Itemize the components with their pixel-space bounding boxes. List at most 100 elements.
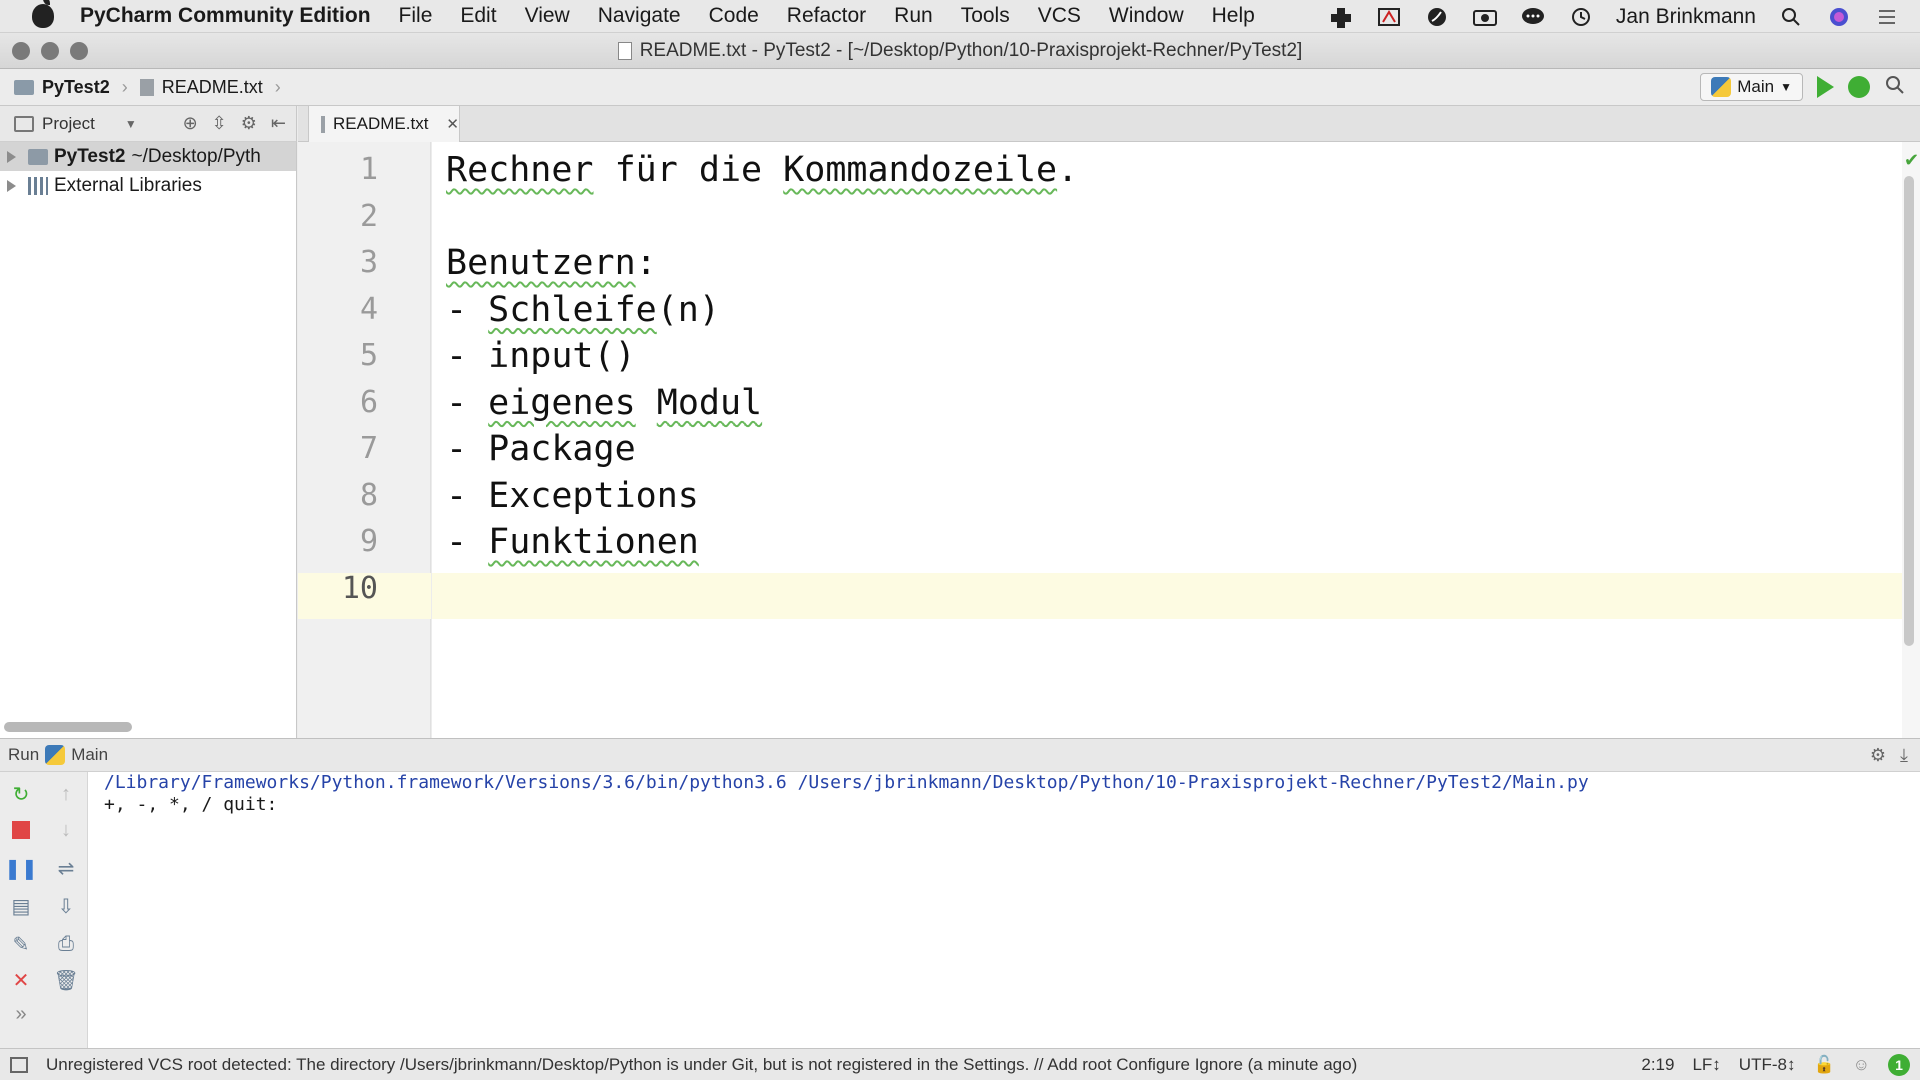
tree-item-external-libraries[interactable]: External Libraries: [0, 171, 296, 200]
project-view-icon: [14, 115, 34, 132]
code-editor[interactable]: Rechner für die Kommandozeile. Benutzern:…: [432, 142, 1902, 738]
caret-position[interactable]: 2:19: [1641, 1055, 1674, 1075]
close-window-button[interactable]: [12, 42, 30, 60]
status-bar: Unregistered VCS root detected: The dire…: [0, 1048, 1920, 1080]
pause-icon[interactable]: ❚❚: [4, 856, 38, 880]
scroll-to-end-icon[interactable]: ⇩: [54, 894, 78, 918]
more-tools-icon[interactable]: »: [9, 1002, 33, 1026]
menu-edit[interactable]: Edit: [460, 4, 496, 28]
menu-run[interactable]: Run: [894, 4, 933, 28]
menu-navigate[interactable]: Navigate: [598, 4, 681, 28]
code-line: Rechner für die Kommandozeile.: [446, 150, 1079, 190]
breadcrumb-file[interactable]: README.txt: [162, 77, 263, 98]
pin-tab-icon[interactable]: ✎: [9, 932, 33, 956]
expand-arrow-icon[interactable]: [7, 150, 16, 163]
search-everywhere-icon[interactable]: [1884, 74, 1906, 101]
collapse-all-icon[interactable]: ⇳: [212, 113, 227, 134]
console-prompt-line: +, -, *, / quit:: [104, 794, 278, 815]
console-command-line: /Library/Frameworks/Python.framework/Ver…: [104, 772, 1589, 793]
run-configuration-select[interactable]: Main ▼: [1700, 73, 1803, 101]
project-panel-header: Project ▼ ⊕ ⇳ ⚙ ⇤: [0, 106, 297, 142]
line-number-gutter: 1 2 3 4 5 6 7 8 9 10: [298, 142, 431, 738]
spotlight-search-icon[interactable]: [1778, 6, 1804, 28]
chevron-down-icon: ▼: [1780, 80, 1792, 94]
adobe-icon[interactable]: [1376, 6, 1402, 28]
tree-project-name: PyTest2: [54, 145, 126, 167]
locate-file-icon[interactable]: ⊕: [183, 113, 198, 134]
menu-refactor[interactable]: Refactor: [787, 4, 866, 28]
menu-help[interactable]: Help: [1212, 4, 1255, 28]
soft-wrap-icon[interactable]: ⇌: [54, 856, 78, 880]
libraries-icon: [28, 176, 48, 195]
settings-gear-icon[interactable]: ⚙: [241, 113, 257, 134]
toggle-tool-windows-icon[interactable]: [10, 1056, 28, 1073]
time-machine-icon[interactable]: [1568, 6, 1594, 28]
scroll-up-icon[interactable]: ↑: [54, 782, 78, 806]
chevron-down-icon[interactable]: ▼: [125, 117, 137, 131]
menu-vcs[interactable]: VCS: [1038, 4, 1081, 28]
project-tree: PyTest2 ~/Desktop/Pyth External Librarie…: [0, 142, 297, 738]
clear-all-icon[interactable]: 🗑: [53, 968, 78, 992]
leaf-icon[interactable]: [1424, 6, 1450, 28]
plugin-icon[interactable]: [1328, 6, 1354, 28]
breadcrumb-separator: ›: [121, 76, 128, 97]
apple-icon[interactable]: [32, 0, 54, 28]
project-view-select[interactable]: Project: [42, 114, 95, 134]
menu-view[interactable]: View: [525, 4, 570, 28]
horizontal-scrollbar[interactable]: [4, 722, 132, 732]
zoom-window-button[interactable]: [70, 42, 88, 60]
python-icon: [1711, 77, 1732, 97]
file-encoding-select[interactable]: UTF-8↕: [1739, 1055, 1796, 1075]
stop-icon[interactable]: [9, 818, 33, 842]
no-problems-check-icon[interactable]: ✔: [1904, 150, 1919, 171]
text-file-icon: [139, 78, 154, 96]
vcs-notification-message[interactable]: Unregistered VCS root detected: The dire…: [46, 1055, 1357, 1075]
rerun-icon[interactable]: ↻: [9, 782, 33, 806]
run-configuration-label: Main: [1737, 77, 1775, 96]
line-number: 7: [359, 431, 378, 466]
tree-item-project[interactable]: PyTest2 ~/Desktop/Pyth: [0, 142, 296, 171]
vertical-scrollbar[interactable]: [1904, 176, 1914, 646]
restore-layout-icon[interactable]: ▤: [9, 894, 33, 918]
siri-icon[interactable]: [1826, 6, 1852, 28]
run-button[interactable]: [1817, 76, 1834, 98]
event-log-badge[interactable]: 1: [1888, 1053, 1910, 1076]
menu-file[interactable]: File: [399, 4, 433, 28]
expand-arrow-icon[interactable]: [7, 179, 16, 192]
line-separator-select[interactable]: LF↕: [1692, 1055, 1720, 1075]
line-number: 1: [359, 152, 378, 187]
run-console-output[interactable]: /Library/Frameworks/Python.framework/Ver…: [88, 772, 1920, 1048]
run-panel-header: Run Main ⚙ ⤓: [0, 738, 1920, 772]
menu-window[interactable]: Window: [1109, 4, 1184, 28]
text-file-icon: [321, 115, 326, 133]
breadcrumb-project[interactable]: PyTest2: [42, 77, 110, 98]
close-run-icon[interactable]: ✕: [9, 968, 33, 992]
scroll-down-icon[interactable]: ↓: [54, 818, 78, 842]
user-menu[interactable]: Jan Brinkmann: [1616, 5, 1756, 29]
macos-menu-bar: PyCharm Community Edition File Edit View…: [0, 0, 1920, 33]
minimize-window-button[interactable]: [41, 42, 59, 60]
debug-button[interactable]: [1848, 76, 1870, 98]
code-line: - eigenes Modul: [446, 382, 763, 423]
chat-icon[interactable]: [1520, 6, 1546, 28]
settings-gear-icon[interactable]: ⚙: [1870, 745, 1886, 766]
line-number: 4: [359, 291, 378, 327]
run-config-tab[interactable]: Main: [71, 745, 108, 765]
lock-icon[interactable]: 🔓: [1813, 1055, 1834, 1075]
hide-panel-icon[interactable]: ⇤: [271, 113, 286, 134]
hide-panel-icon[interactable]: ⤓: [1900, 745, 1908, 766]
menu-code[interactable]: Code: [709, 4, 759, 28]
notification-center-icon[interactable]: [1874, 6, 1900, 28]
run-toolbar-vertical: ↻ ↑ ↓ ❚❚ ⇌ ▤ ⇩ ✎ ⎙ ✕ 🗑 »: [0, 772, 88, 1048]
app-menu[interactable]: PyCharm Community Edition: [80, 4, 371, 28]
line-number: 9: [359, 524, 378, 559]
window-title: README.txt - PyTest2 - [~/Desktop/Python…: [617, 40, 1302, 62]
tab-readme[interactable]: README.txt ✕: [308, 106, 460, 142]
close-tab-icon[interactable]: ✕: [446, 115, 459, 133]
menu-tools[interactable]: Tools: [961, 4, 1010, 28]
camera-icon[interactable]: [1472, 6, 1498, 28]
inspector-icon[interactable]: ☺: [1853, 1055, 1870, 1075]
print-icon[interactable]: ⎙: [54, 932, 78, 956]
breadcrumb: PyTest2 › README.txt ›: [14, 77, 285, 98]
document-icon: [617, 41, 632, 60]
